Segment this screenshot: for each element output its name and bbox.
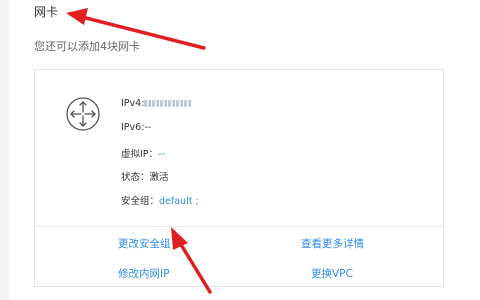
section-title: 网卡 [34,5,59,19]
nic-card: IPv4: IPv6:-- 虚拟IP：-- 状态：激活 安全组：default … [34,69,444,287]
security-group-row: 安全组：default ; [121,193,199,207]
status-row: 状态：激活 [121,169,169,183]
vip-row: 虚拟IP：-- [121,146,165,160]
change-security-group-link[interactable]: 更改安全组 [118,236,171,251]
modify-private-ip-link[interactable]: 修改内网IP [118,266,169,281]
left-side-strip [0,0,9,300]
vip-value: -- [158,149,165,160]
card-divider [35,226,443,227]
status-label: 状态： [121,172,150,183]
security-group-link[interactable]: default ; [159,196,199,207]
ipv4-row: IPv4: [121,98,193,109]
ipv6-value: -- [144,122,152,133]
ipv6-row: IPv6:-- [121,122,151,133]
change-vpc-link[interactable]: 更换VPC [311,266,353,281]
nic-quota-hint: 您还可以添加4块网卡 [34,40,140,53]
ipv6-label: IPv6: [121,122,145,133]
ipv4-masked-value [144,100,193,107]
router-arrows-icon [66,97,100,131]
vip-label: 虚拟IP： [121,149,159,160]
ipv4-label: IPv4: [121,98,145,109]
view-more-details-link[interactable]: 查看更多详情 [301,236,364,251]
security-group-label: 安全组： [121,196,160,207]
status-value: 激活 [149,172,169,183]
